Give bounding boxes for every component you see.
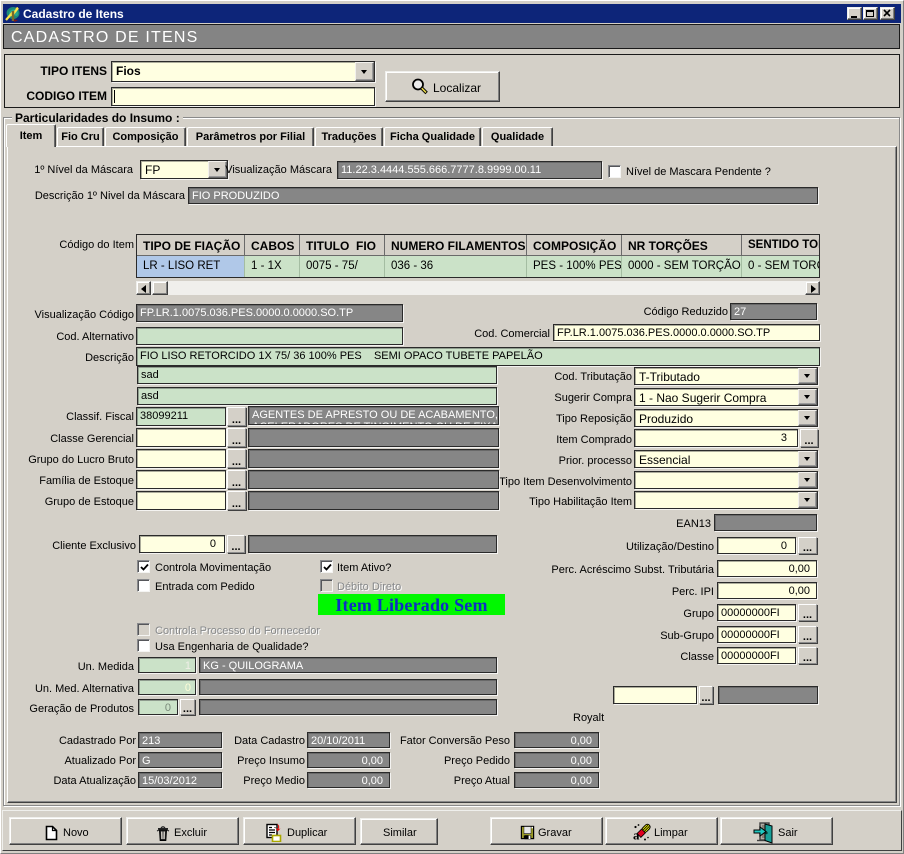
svg-text:a: a <box>633 828 640 843</box>
